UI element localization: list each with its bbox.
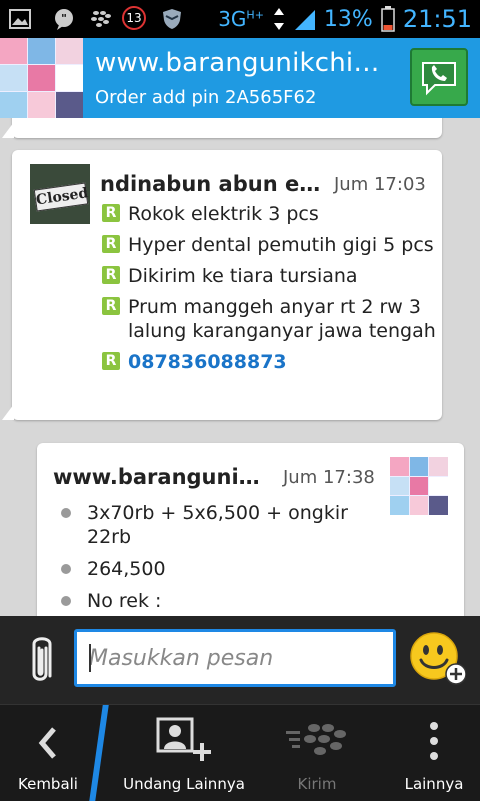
more-label: Lainnya xyxy=(404,775,464,793)
bottom-action-bar: Kembali Undang Lainnya Kirim Lainnya xyxy=(0,704,480,801)
avatar-closed-sign: Closed xyxy=(33,182,89,212)
network-type: 3GH+ xyxy=(218,7,264,31)
bbm-r-icon: R xyxy=(102,266,120,284)
bbm-r-icon: R xyxy=(102,204,120,222)
bbm-r-icon: R xyxy=(102,297,120,315)
message-line: No rek : xyxy=(59,589,379,613)
gallery-icon xyxy=(9,9,31,29)
back-label: Kembali xyxy=(18,775,78,793)
contact-status: Order add pin 2A565F62 xyxy=(95,87,317,108)
chat-bubble-icon: " xyxy=(55,9,73,30)
send-button[interactable]: Kirim xyxy=(262,705,372,801)
bbm-r-icon: R xyxy=(102,235,120,253)
phone-icon xyxy=(422,62,456,96)
emoticon-add-icon[interactable] xyxy=(410,630,466,686)
call-button[interactable] xyxy=(410,48,468,106)
paperclip-icon[interactable] xyxy=(22,634,58,688)
invite-more-button[interactable]: Undang Lainnya xyxy=(112,705,256,801)
message-lines: R Rokok elektrik 3 pcs R Hyper dental pemu… xyxy=(102,202,442,381)
battery-percent: 13% xyxy=(323,6,373,32)
chat-header: www.barangunikchin... Order add pin 2A56… xyxy=(0,38,480,118)
bullet-icon xyxy=(61,564,71,574)
overflow-menu-icon xyxy=(430,722,438,760)
message-line: R Dikirim ke tiara tursiana xyxy=(102,264,442,288)
bbm-send-icon xyxy=(286,724,346,755)
sender-avatar[interactable] xyxy=(390,457,448,515)
sender-name: ndinabun abun en... xyxy=(100,172,332,196)
previous-message-bubble xyxy=(2,118,442,138)
message-time: Jum 17:03 xyxy=(334,174,426,195)
message-line: R Hyper dental pemutih gigi 5 pcs xyxy=(102,233,442,257)
message-time: Jum 17:38 xyxy=(283,467,375,488)
status-bar: " 13 3GH+ 13% 21:51 xyxy=(0,0,480,38)
more-button[interactable]: Lainnya xyxy=(388,705,480,801)
notification-badge: 13 xyxy=(122,6,146,30)
shield-icon xyxy=(163,9,181,29)
bullet-icon xyxy=(61,508,71,518)
composer-bar: Masukkan pesan xyxy=(0,616,480,704)
battery-icon xyxy=(381,6,395,32)
bullet-icon xyxy=(61,596,71,606)
invite-contact-icon xyxy=(156,717,211,761)
bbm-icon xyxy=(91,11,111,27)
phone-link[interactable]: 087836088873 xyxy=(128,351,287,373)
contact-avatar[interactable] xyxy=(0,38,83,118)
message-bubble[interactable]: Closed ndinabun abun en... Jum 17:03 R Ro… xyxy=(2,150,442,420)
bbm-r-icon: R xyxy=(102,352,120,370)
clock: 21:51 xyxy=(402,5,472,33)
message-line: R Prum manggeh anyar rt 2 rw 3 lalung kar… xyxy=(102,295,442,343)
sender-name: www.barangunik... xyxy=(53,465,268,489)
message-input-placeholder: Masukkan pesan xyxy=(89,646,274,671)
invite-label: Undang Lainnya xyxy=(123,775,245,793)
contact-name[interactable]: www.barangunikchin... xyxy=(95,48,395,78)
message-line: R 087836088873 xyxy=(102,350,442,374)
message-line: R Rokok elektrik 3 pcs xyxy=(102,202,442,226)
message-lines: 3x70rb + 5x6,500 + ongkir 22rb 264,500 N… xyxy=(59,501,379,616)
message-line: 264,500 xyxy=(59,557,379,581)
chat-area[interactable]: Closed ndinabun abun en... Jum 17:03 R Ro… xyxy=(0,118,480,616)
signal-icon xyxy=(294,10,315,30)
sender-avatar[interactable]: Closed xyxy=(30,164,90,224)
message-bubble[interactable]: www.barangunik... Jum 17:38 3x70rb + 5x6… xyxy=(37,443,464,616)
svg-text:": " xyxy=(61,12,67,25)
text-cursor xyxy=(89,644,91,672)
message-line: 3x70rb + 5x6,500 + ongkir 22rb xyxy=(59,501,379,549)
chevron-left-icon xyxy=(38,727,56,759)
message-input[interactable]: Masukkan pesan xyxy=(74,629,396,687)
data-arrows-icon xyxy=(273,8,284,30)
send-label: Kirim xyxy=(297,775,337,793)
back-button[interactable]: Kembali xyxy=(0,705,96,801)
